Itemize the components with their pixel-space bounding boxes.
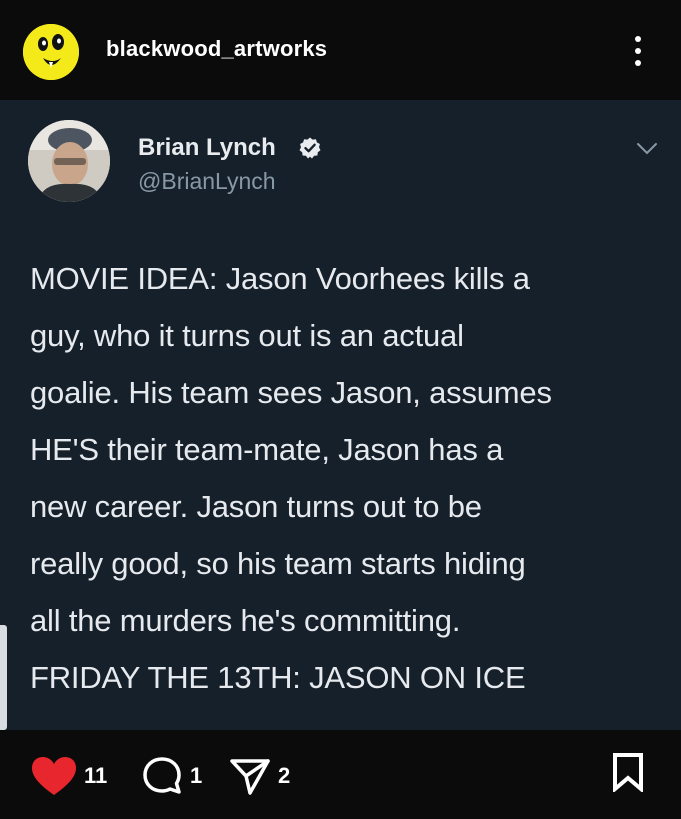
comment-count: 1 bbox=[190, 763, 203, 788]
verified-badge-icon bbox=[299, 137, 321, 159]
tweet-handle: @BrianLynch bbox=[138, 168, 276, 194]
yellow-cartoon-face-icon bbox=[23, 24, 79, 80]
instagram-post: blackwood_artworks Brian Lynch @BrianLyn… bbox=[0, 0, 681, 819]
post-header: blackwood_artworks bbox=[0, 0, 681, 100]
tweet-screenshot: Brian Lynch @BrianLynch MOVIE IDEA: Jaso… bbox=[0, 100, 681, 730]
more-options-icon[interactable] bbox=[620, 28, 656, 74]
chevron-down-icon[interactable] bbox=[636, 142, 658, 156]
comment-button[interactable]: 1 bbox=[140, 755, 202, 797]
tweet-text: MOVIE IDEA: Jason Voorhees kills a guy, … bbox=[30, 250, 670, 706]
send-icon bbox=[230, 759, 270, 795]
tweet-line: MOVIE IDEA: Jason Voorhees kills a bbox=[30, 261, 530, 296]
person-photo-icon bbox=[28, 120, 110, 202]
comment-icon bbox=[143, 757, 181, 794]
scroll-edge-indicator bbox=[0, 625, 7, 730]
like-button[interactable]: 11 bbox=[30, 755, 107, 797]
share-count: 2 bbox=[278, 763, 291, 788]
tweet-line: guy, who it turns out is an actual bbox=[30, 318, 464, 353]
tweet-line: FRIDAY THE 13TH: JASON ON ICE bbox=[30, 660, 526, 695]
like-count: 11 bbox=[84, 763, 108, 788]
share-button[interactable]: 2 bbox=[228, 755, 290, 797]
heart-icon bbox=[32, 757, 76, 795]
tweet-line: really good, so his team starts hiding bbox=[30, 546, 526, 581]
tweet-author-avatar bbox=[28, 120, 110, 202]
tweet-display-name: Brian Lynch bbox=[138, 134, 276, 161]
tweet-line: goalie. His team sees Jason, assumes bbox=[30, 375, 552, 410]
tweet-line: new career. Jason turns out to be bbox=[30, 489, 482, 524]
tweet-line: HE'S their team-mate, Jason has a bbox=[30, 432, 504, 467]
bookmark-icon[interactable] bbox=[611, 752, 645, 792]
tweet-line: all the murders he's committing. bbox=[30, 603, 461, 638]
profile-avatar[interactable] bbox=[23, 24, 79, 80]
post-actions-bar: 11 1 2 bbox=[0, 730, 681, 819]
post-username[interactable]: blackwood_artworks bbox=[106, 36, 327, 62]
